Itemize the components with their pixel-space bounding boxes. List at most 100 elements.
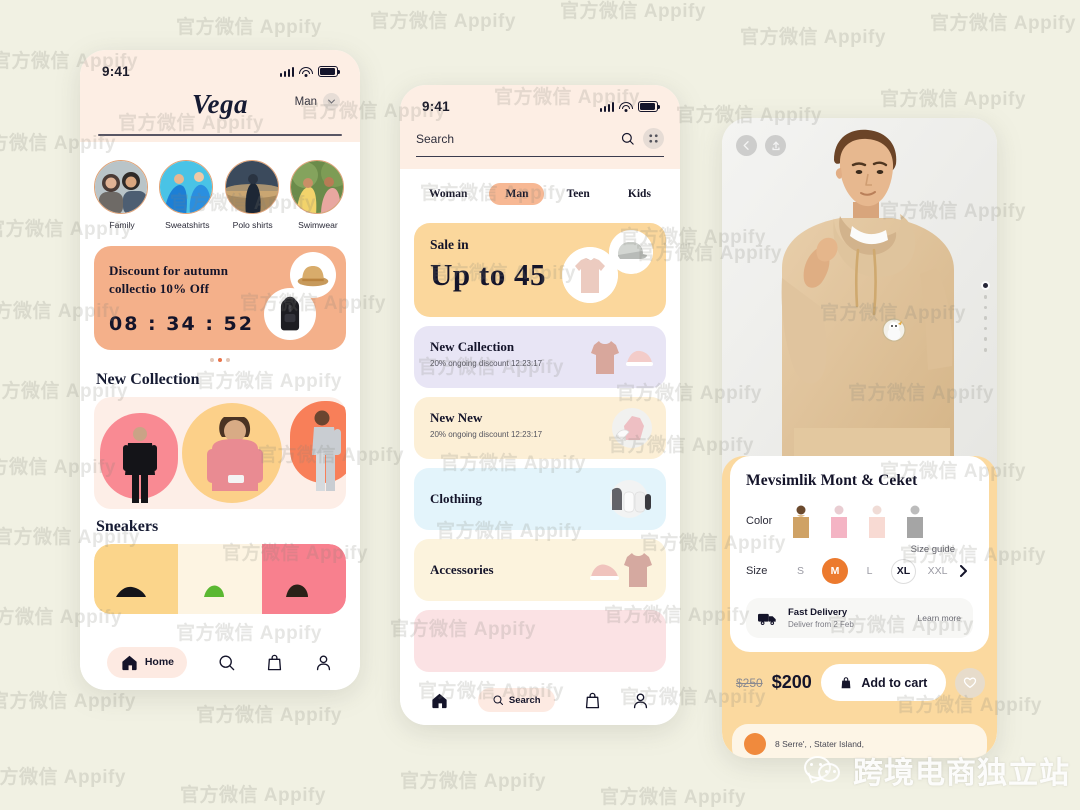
watermark-text: 官方微信 Appify [880, 89, 1026, 110]
sneaker-card-1[interactable] [94, 543, 178, 614]
watermark-text: 官方微信 Appify [196, 705, 342, 726]
filter-icon[interactable] [643, 128, 664, 149]
gender-selector[interactable]: Man [295, 93, 340, 110]
product-hero-image [722, 118, 997, 478]
category-card-new-new[interactable]: New New 20% ongoing discount 12:23:17 [414, 397, 666, 459]
gender-tabs: Woman Man Teen Kids [400, 169, 680, 215]
size-chip-s[interactable]: S [788, 559, 813, 584]
category-item[interactable]: Swimwear [289, 159, 346, 230]
banner-dots[interactable] [80, 357, 360, 362]
chevron-down-icon [323, 93, 340, 110]
back-button[interactable] [736, 135, 757, 156]
bag-icon[interactable] [583, 691, 602, 710]
tab-search-label: Search [508, 694, 541, 706]
category-card-image [610, 408, 654, 448]
size-chip-m[interactable]: M [822, 558, 848, 584]
size-chip-l[interactable]: L [857, 559, 882, 584]
hero-action-buttons [736, 135, 786, 156]
sneaker-card-3[interactable] [262, 543, 346, 614]
color-swatch-grey[interactable] [902, 504, 928, 538]
size-chip-xxl[interactable]: XXL [925, 559, 950, 584]
sneaker-card-2[interactable] [178, 543, 262, 614]
watermark-text: 官方微信 Appify [0, 767, 126, 788]
app-logo: Vega [192, 89, 248, 119]
tab-home[interactable]: Home [106, 646, 188, 678]
category-label: Polo shirts [232, 219, 273, 230]
category-card-image [588, 549, 654, 591]
watermark-text: 官方微信 Appify [600, 787, 746, 808]
backpack-icon [264, 287, 316, 340]
watermark-text: 官方微信 Appify [0, 691, 136, 712]
size-guide-link[interactable]: Size guide [911, 544, 955, 555]
watermark-text: 官方微信 Appify [740, 27, 886, 48]
share-button[interactable] [765, 135, 786, 156]
color-row: Color [746, 504, 973, 538]
chevron-right-icon[interactable] [959, 565, 968, 577]
bag-icon[interactable] [265, 653, 284, 672]
tab-kids[interactable]: Kids [612, 183, 667, 205]
section-title-sneakers: Sneakers [96, 517, 159, 535]
color-swatch-pink[interactable] [826, 504, 852, 538]
signal-bars-icon [599, 101, 614, 112]
battery-icon [638, 101, 661, 112]
search-bar[interactable]: Search [416, 128, 664, 157]
sneakers-carousel[interactable] [94, 543, 346, 614]
tab-search[interactable]: Search [477, 688, 555, 712]
user-icon[interactable] [631, 691, 650, 710]
heart-icon [963, 677, 977, 689]
category-card-clothing[interactable]: Clothiing [414, 468, 666, 530]
add-to-cart-button[interactable]: Add to cart [820, 664, 946, 701]
size-label: Size [746, 565, 768, 577]
wifi-icon [299, 66, 313, 77]
search-icon[interactable] [217, 653, 236, 672]
category-item[interactable]: Family [94, 159, 150, 230]
status-bar: 9:41 [80, 50, 360, 83]
delivery-info[interactable]: Fast Delivery Deliver from 2 Feb Learn m… [746, 598, 973, 638]
category-item[interactable]: Polo shirts [224, 159, 281, 230]
status-time: 9:41 [102, 64, 130, 79]
category-image [94, 159, 148, 214]
tab-woman[interactable]: Woman [413, 183, 483, 205]
watermark-text: 官方微信 Appify [400, 771, 546, 792]
image-carousel-dots[interactable] [983, 283, 988, 352]
add-to-cart-label: Add to cart [861, 675, 928, 690]
status-time: 9:41 [422, 99, 450, 114]
search-icon [493, 695, 503, 705]
section-title-new-collection: New Collection [96, 370, 200, 388]
category-circle-list: Family Sweatshirts Polo shirts Swimwear [80, 156, 360, 230]
category-item[interactable]: Sweatshirts [159, 159, 215, 230]
tab-teen[interactable]: Teen [551, 183, 606, 205]
color-swatch-beige[interactable] [788, 504, 814, 538]
discount-banner[interactable]: Discount for autumn collectio 10% Off 08… [94, 245, 346, 350]
search-icon[interactable] [620, 131, 635, 146]
tshirt-icon [562, 247, 618, 303]
favorite-button[interactable] [955, 667, 985, 698]
learn-more-link[interactable]: Learn more [918, 613, 961, 623]
watermark-text: 官方微信 Appify [930, 13, 1076, 34]
category-card-extra[interactable] [414, 610, 666, 672]
wechat-brand-text: 跨境电商独立站 [853, 756, 1070, 791]
sale-banner[interactable]: Sale in Up to 45 [414, 223, 666, 317]
model-figure-3 [312, 410, 341, 491]
search-input[interactable]: Search [416, 132, 612, 146]
new-collection-carousel[interactable] [94, 396, 346, 509]
category-image [159, 159, 214, 214]
watermark-text: 官方微信 Appify [560, 1, 706, 22]
phone1-body: Family Sweatshirts Polo shirts Swimwear … [80, 141, 360, 614]
category-card-accessories[interactable]: Accessories [414, 539, 666, 601]
tab-home-label: Home [144, 656, 175, 668]
product-title: Mevsimlik Mont & Ceket [746, 472, 918, 489]
bag-icon [842, 676, 851, 688]
product-info-sheet: Mevsimlik Mont & Ceket Color Size guide … [722, 456, 997, 758]
size-chip-xl[interactable]: XL [891, 558, 916, 584]
battery-icon [318, 66, 341, 77]
home-icon[interactable] [430, 691, 449, 710]
user-icon[interactable] [314, 653, 333, 672]
category-card-title: Clothiing [430, 491, 483, 506]
category-card-new-collection[interactable]: New Callection 20% ongoing discount 12:2… [414, 326, 666, 388]
price-original: $250 [736, 675, 763, 690]
tab-man[interactable]: Man [489, 183, 545, 205]
share-upload-icon [771, 141, 780, 150]
color-swatch-blush[interactable] [864, 504, 890, 538]
model-figure-2 [207, 416, 263, 491]
